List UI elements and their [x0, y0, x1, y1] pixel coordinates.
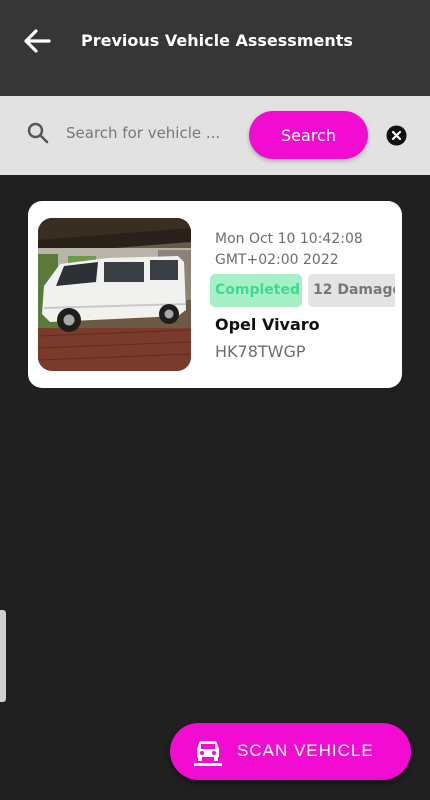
vehicle-photo: [38, 218, 191, 371]
vehicle-plate: HK78TWGP: [215, 342, 306, 361]
search-input[interactable]: [62, 118, 230, 148]
vehicle-name: Opel Vivaro: [215, 315, 320, 334]
side-drawer-handle[interactable]: [0, 610, 6, 702]
assessment-date: Mon Oct 10 10:42:08 GMT+02:00 2022: [215, 231, 363, 268]
status-badge: Completed: [210, 274, 302, 307]
scan-vehicle-label: SCAN VEHICLE: [237, 741, 374, 760]
clear-search-button[interactable]: [386, 125, 407, 146]
back-button[interactable]: [22, 27, 52, 55]
car-scan-icon: [194, 737, 222, 767]
search-bar: Search: [0, 96, 430, 175]
scan-vehicle-button[interactable]: SCAN VEHICLE: [170, 723, 411, 780]
page-title: Previous Vehicle Assessments: [81, 31, 353, 50]
app-header: Previous Vehicle Assessments: [0, 0, 430, 96]
assessment-card[interactable]: Mon Oct 10 10:42:08 GMT+02:00 2022 Compl…: [28, 201, 402, 388]
search-button[interactable]: Search: [249, 111, 368, 159]
search-icon: [26, 121, 50, 145]
badge-row: Completed12 Damages: [210, 274, 395, 307]
assessment-details: Mon Oct 10 10:42:08 GMT+02:00 2022 Compl…: [210, 229, 395, 369]
damage-count-badge: 12 Damages: [308, 274, 395, 307]
arrow-left-icon: [24, 29, 51, 53]
close-circle-icon: [386, 125, 407, 146]
